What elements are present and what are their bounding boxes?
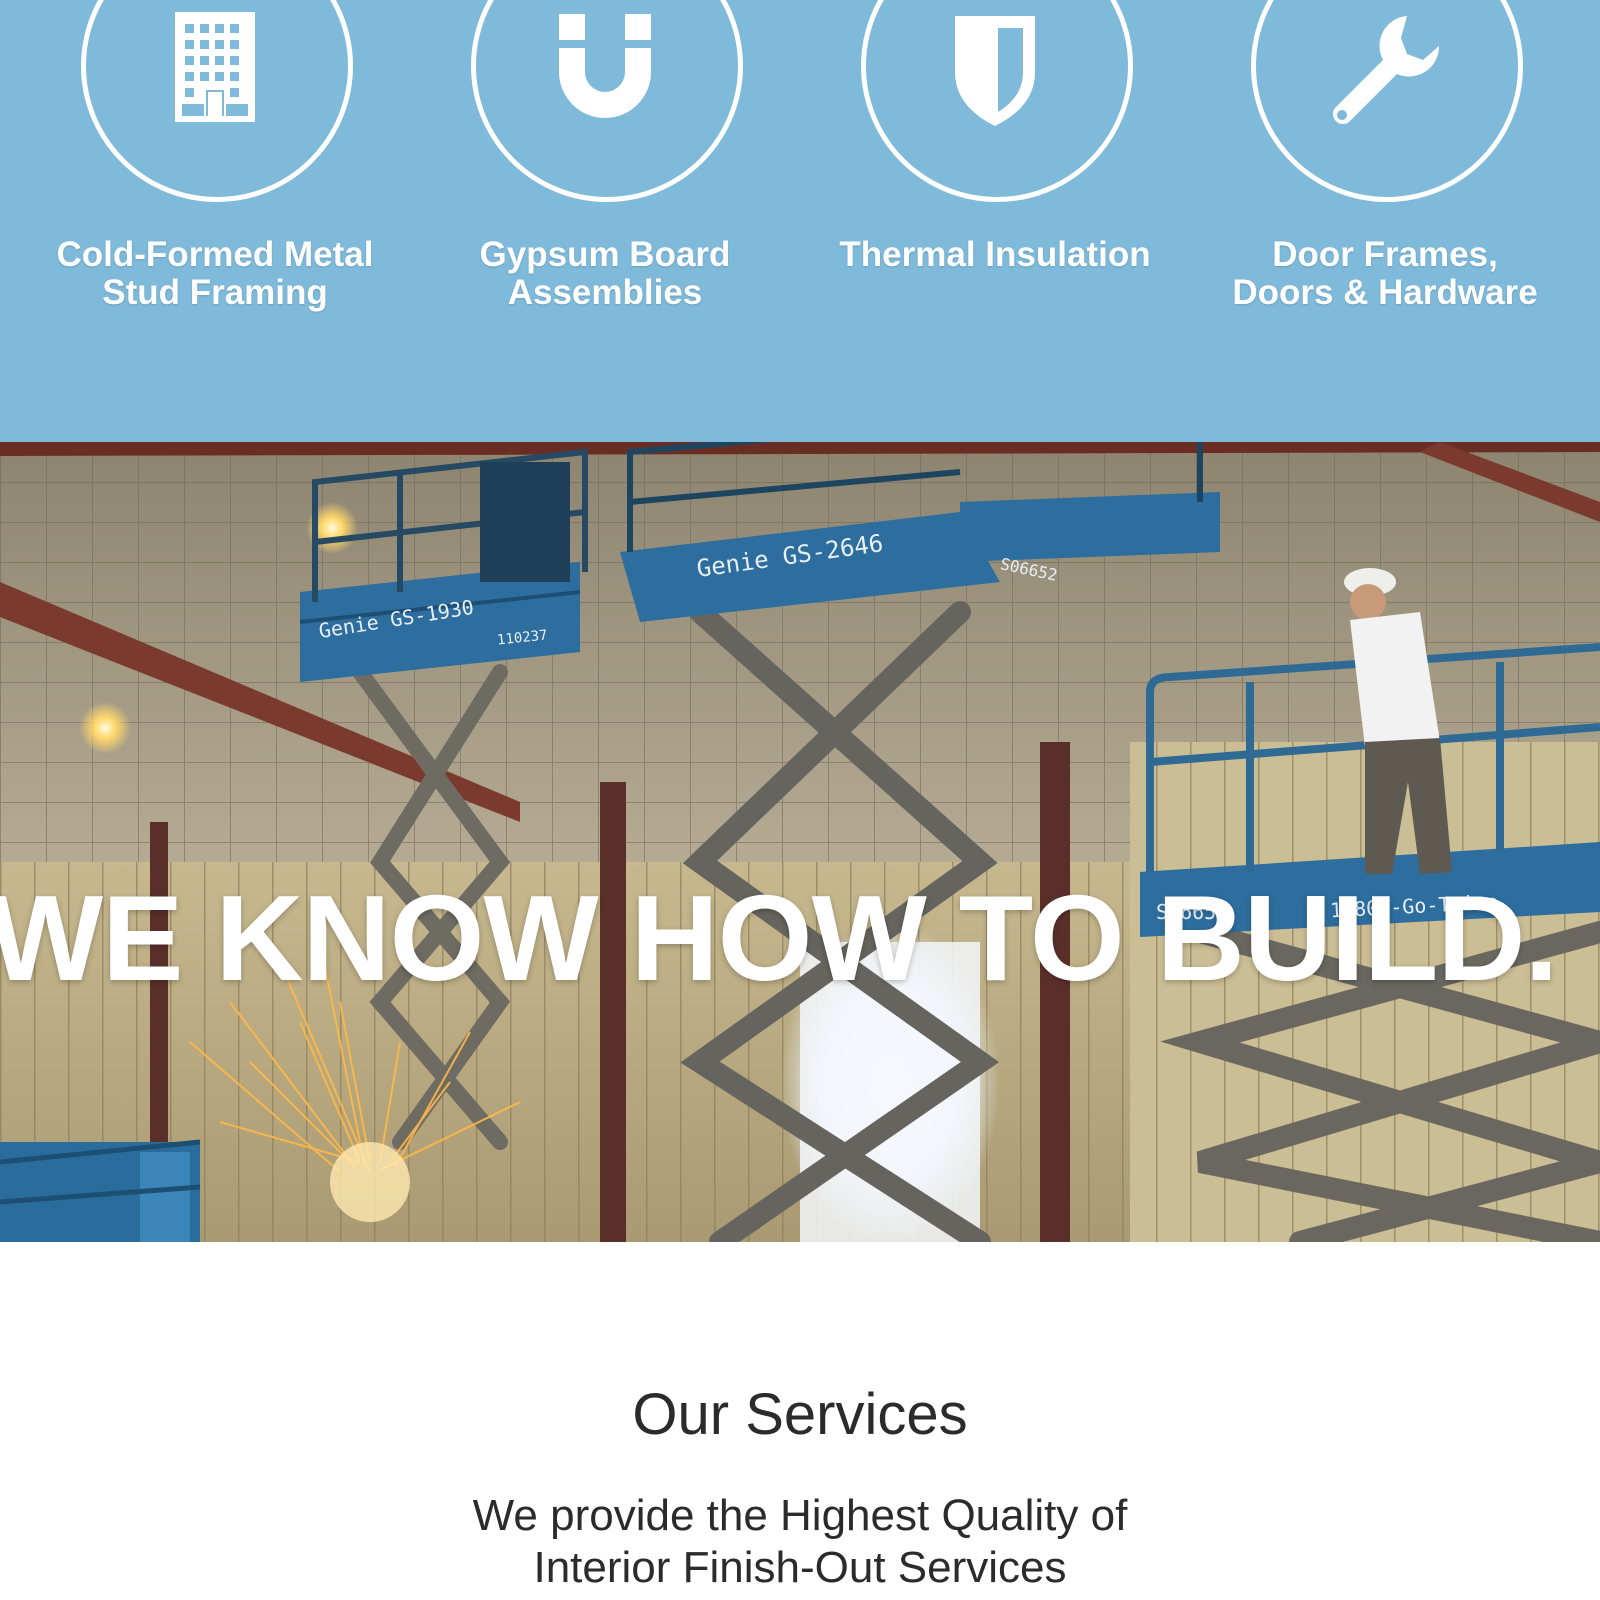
feature-label: Door Frames, Doors & Hardware — [1232, 235, 1538, 312]
feature-metal-stud-framing[interactable]: Cold-Formed Metal Stud Framing — [20, 0, 410, 442]
services-title: Our Services — [632, 1382, 968, 1447]
services-section: Our Services We provide the Highest Qual… — [0, 1242, 1600, 1600]
shield-icon — [955, 16, 1035, 126]
page: Cold-Formed Metal Stud Framing Gypsum Bo… — [0, 0, 1600, 1600]
feature-door-frames[interactable]: Door Frames, Doors & Hardware — [1190, 0, 1580, 442]
hero-title: WE KNOW HOW TO BUILD. — [0, 869, 1558, 1006]
feature-strip: Cold-Formed Metal Stud Framing Gypsum Bo… — [0, 0, 1600, 442]
building-icon — [175, 12, 255, 122]
feature-thermal-insulation[interactable]: Thermal Insulation — [800, 0, 1190, 442]
feature-gypsum-board[interactable]: Gypsum Board Assemblies — [410, 0, 800, 442]
services-subtitle: We provide the Highest Quality of Interi… — [472, 1491, 1128, 1592]
feature-label: Gypsum Board Assemblies — [479, 235, 731, 312]
magnet-icon — [559, 14, 651, 118]
hero-banner: Genie GS-1930 110237 Genie GS-2646 S0665… — [0, 442, 1600, 1242]
wrench-icon — [1333, 16, 1440, 124]
feature-label: Thermal Insulation — [839, 235, 1151, 274]
feature-label: Cold-Formed Metal Stud Framing — [56, 235, 374, 312]
